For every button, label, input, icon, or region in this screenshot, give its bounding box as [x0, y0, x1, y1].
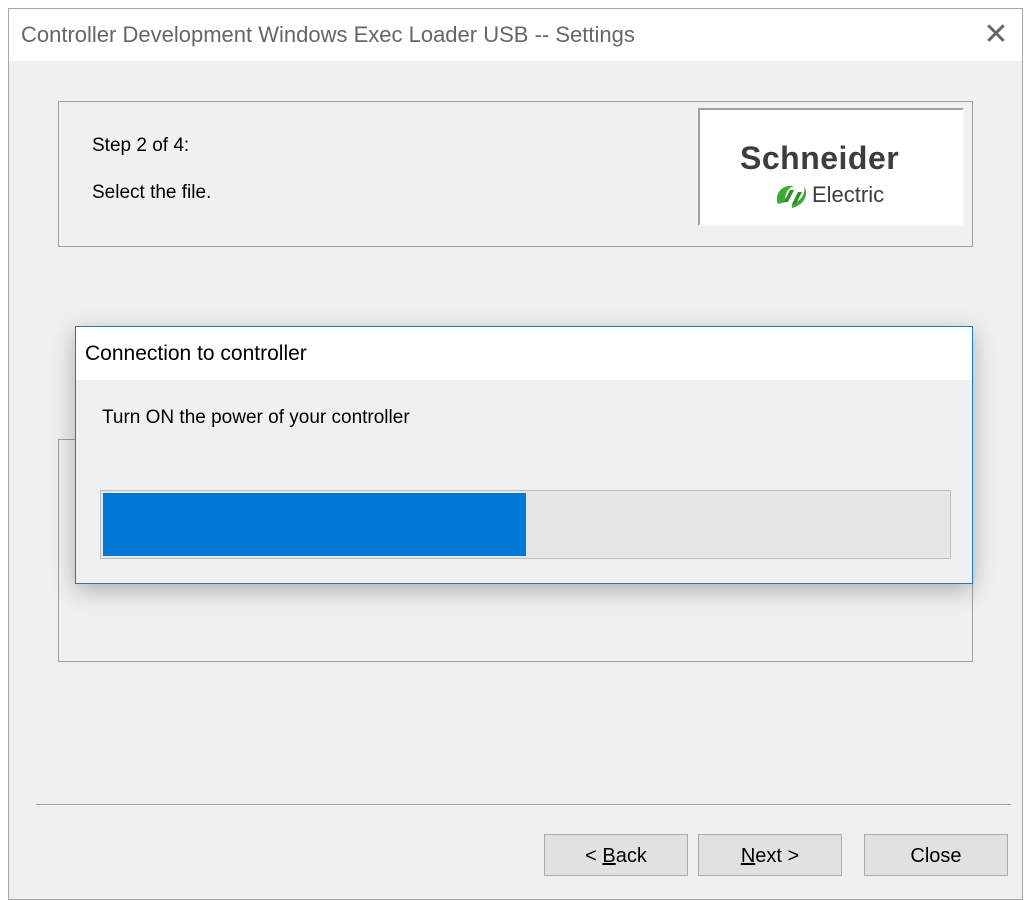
back-accelerator: B: [602, 845, 616, 867]
dialog-title-bar: Connection to controller: [76, 327, 972, 380]
connection-dialog: Connection to controller Turn ON the pow…: [75, 326, 973, 584]
back-prefix: <: [585, 845, 603, 867]
window-title: Controller Development Windows Exec Load…: [21, 22, 635, 47]
dialog-title: Connection to controller: [85, 342, 307, 365]
back-label-rest: ack: [615, 845, 647, 867]
step-label: Step 2 of 4:: [92, 135, 190, 156]
logo-text-schneider: Schneider: [740, 140, 900, 176]
logo-mark-icon: [776, 185, 807, 208]
connection-progress-bar: [100, 490, 951, 559]
next-accelerator: N: [740, 845, 756, 867]
step-description: Select the file.: [92, 182, 212, 203]
next-label-rest: ext >: [755, 845, 800, 867]
dialog-message: Turn ON the power of your controller: [102, 407, 410, 428]
logo-text-electric: Electric: [812, 182, 885, 207]
brand-logo: Schneider Electric: [698, 108, 964, 226]
wizard-header: Step 2 of 4: Select the file. Schneider …: [58, 101, 973, 247]
next-button[interactable]: Next >: [698, 834, 842, 876]
progress-fill: [103, 493, 526, 556]
title-bar: Controller Development Windows Exec Load…: [9, 9, 1022, 61]
close-button[interactable]: Close: [864, 834, 1008, 876]
close-icon[interactable]: ✕: [976, 15, 1016, 55]
footer-separator-highlight: [36, 805, 1011, 806]
back-button[interactable]: < Back: [544, 834, 688, 876]
